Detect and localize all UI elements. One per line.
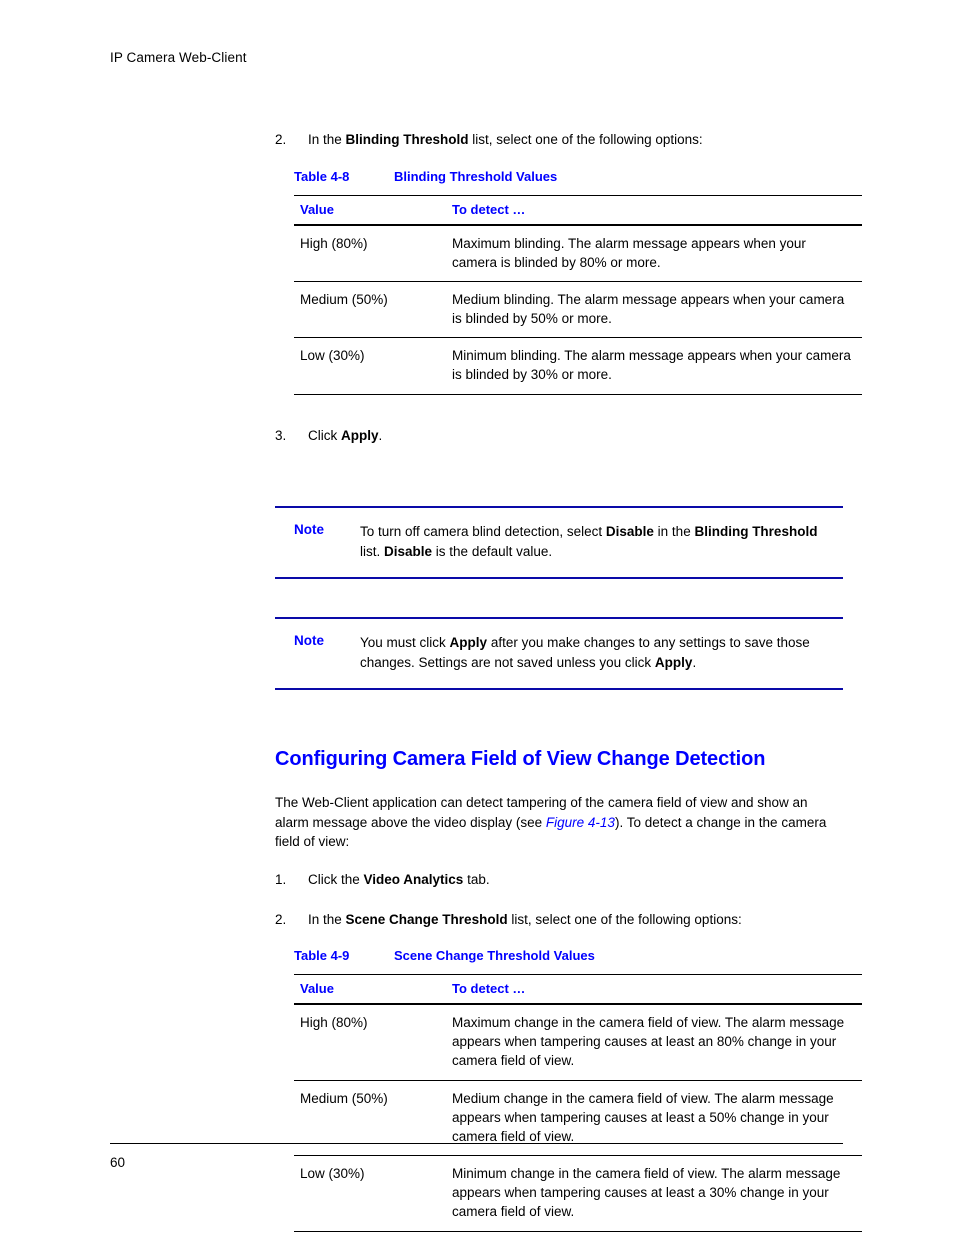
table-cell-value: High (80%) — [294, 224, 452, 282]
step-text-post: . — [378, 427, 383, 443]
note-text-part: list. — [360, 543, 385, 559]
table-row: High (80%) Maximum change in the camera … — [294, 1004, 862, 1081]
table-column-header-detect: To detect … — [452, 194, 862, 226]
note-text-part: To turn off camera blind detection, sele… — [360, 524, 606, 540]
step-text-bold: Scene Change Threshold — [345, 911, 508, 927]
step-text-bold: Blinding Threshold — [345, 132, 469, 147]
step-number: 2. — [275, 132, 287, 147]
table-caption-4-8: Table 4-8 Blinding Threshold Values — [275, 169, 843, 184]
step-item-1-bottom: 1. Click the Video Analytics tab. — [275, 870, 843, 890]
note-block-2: Note You must click Apply after you make… — [275, 617, 843, 691]
table-cell-value: High (80%) — [294, 1004, 452, 1081]
step-text: Click Apply. — [308, 428, 382, 443]
step-item-2-bottom: 2. In the Scene Change Threshold list, s… — [275, 910, 843, 930]
step-text: In the Scene Change Threshold list, sele… — [308, 912, 742, 927]
step-number: 3. — [275, 427, 287, 443]
table-block-4-9: Table 4-9 Scene Change Threshold Values V… — [275, 948, 862, 1232]
note-text: You must click Apply after you make chan… — [360, 635, 810, 670]
table-caption-number: Table 4-8 — [294, 168, 350, 184]
step-text-post: list, select one of the following option… — [507, 911, 742, 927]
table-row: Medium (50%) Medium blinding. The alarm … — [294, 281, 862, 339]
step-text-pre: In the — [308, 911, 346, 927]
table-cell-detect: Medium change in the camera field of vie… — [452, 1080, 862, 1157]
section-heading: Configuring Camera Field of View Change … — [275, 748, 766, 771]
note-label: Note — [294, 522, 324, 538]
step-text-pre: Click the — [308, 872, 364, 887]
table-cell-detect: Minimum blinding. The alarm message appe… — [452, 337, 862, 395]
table-caption-number: Table 4-9 — [294, 948, 350, 964]
table-cell-value: Low (30%) — [294, 1155, 452, 1232]
note-inner: Note You must click Apply after you make… — [275, 633, 843, 672]
table-block-4-8: Table 4-8 Blinding Threshold Values Value… — [275, 169, 862, 395]
section-paragraph: The Web-Client application can detect ta… — [275, 793, 843, 852]
step-text-pre: Click — [308, 427, 341, 443]
table-column-header-value: Value — [294, 194, 452, 226]
table-cell-value: Low (30%) — [294, 337, 452, 395]
table-header-row: Value To detect … — [294, 974, 862, 1006]
table-cell-value: Medium (50%) — [294, 1080, 452, 1157]
table-column-header-value: Value — [294, 974, 452, 1006]
table-row: Low (30%) Minimum change in the camera f… — [294, 1155, 862, 1232]
running-header: IP Camera Web-Client — [110, 50, 247, 65]
page-number: 60 — [110, 1155, 126, 1170]
note-text-part: . — [692, 654, 697, 670]
note-label: Note — [294, 633, 324, 649]
step-text-post: tab. — [463, 872, 490, 887]
step-number: 1. — [275, 872, 287, 887]
document-page: IP Camera Web-Client 2. In the Blinding … — [0, 0, 954, 1235]
note-inner: Note To turn off camera blind detection,… — [275, 522, 843, 561]
note-text-bold: Apply — [449, 635, 488, 651]
table-cell-detect: Maximum change in the camera field of vi… — [452, 1004, 862, 1081]
note-text-bold: Disable — [605, 524, 654, 540]
table-row: High (80%) Maximum blinding. The alarm m… — [294, 224, 862, 282]
table-cell-detect: Minimum change in the camera field of vi… — [452, 1155, 862, 1232]
note-text-bold: Apply — [654, 654, 693, 670]
note-text-bold: Disable — [384, 543, 433, 559]
table-header-row: Value To detect … — [294, 194, 862, 226]
table-caption-4-9: Table 4-9 Scene Change Threshold Values — [275, 948, 843, 963]
step-text-pre: In the — [308, 132, 346, 147]
table-cell-detect: Maximum blinding. The alarm message appe… — [452, 224, 862, 282]
footer-rule — [110, 1143, 843, 1144]
step-text-post: list, select one of the following option… — [468, 132, 703, 147]
table-4-9: Value To detect … High (80%) Maximum cha… — [294, 974, 862, 1232]
note-spacer — [275, 579, 843, 617]
figure-cross-reference-link[interactable]: Figure 4-13 — [546, 815, 615, 830]
table-row: Medium (50%) Medium change in the camera… — [294, 1080, 862, 1157]
table-column-header-detect: To detect … — [452, 974, 862, 1006]
step-item-3: 3. Click Apply. — [275, 426, 843, 446]
note-block-1: Note To turn off camera blind detection,… — [275, 506, 843, 580]
step-text-bold: Apply — [341, 427, 379, 443]
note-text-part: in the — [653, 524, 695, 540]
step-text: Click the Video Analytics tab. — [308, 872, 490, 887]
table-cell-value: Medium (50%) — [294, 281, 452, 339]
note-text-part: You must click — [360, 635, 450, 651]
step-text-bold: Video Analytics — [363, 872, 464, 887]
note-text-bold: Blinding Threshold — [694, 524, 818, 540]
table-cell-detect: Medium blinding. The alarm message appea… — [452, 281, 862, 339]
step-text: In the Blinding Threshold list, select o… — [308, 132, 703, 147]
table-caption-title: Scene Change Threshold Values — [394, 948, 595, 964]
note-text-part: is the default value. — [432, 543, 553, 559]
note-text: To turn off camera blind detection, sele… — [360, 524, 817, 559]
page-content: 2. In the Blinding Threshold list, selec… — [275, 130, 862, 1232]
table-4-8: Value To detect … High (80%) Maximum bli… — [294, 194, 862, 395]
table-caption-title: Blinding Threshold Values — [394, 168, 558, 184]
step-number: 2. — [275, 911, 287, 927]
step-item-2: 2. In the Blinding Threshold list, selec… — [275, 130, 843, 150]
table-row: Low (30%) Minimum blinding. The alarm me… — [294, 337, 862, 395]
